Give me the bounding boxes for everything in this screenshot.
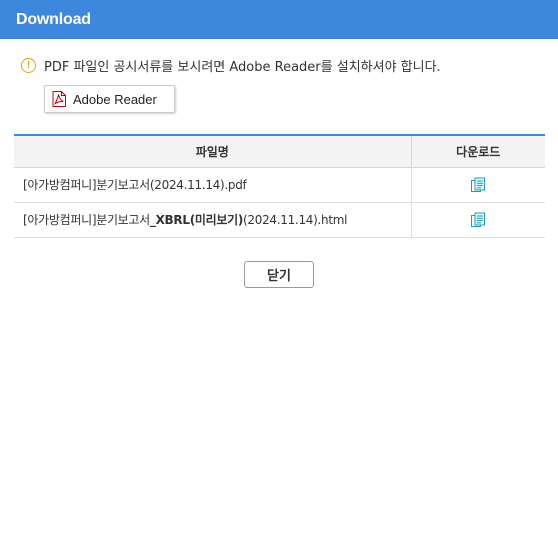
table-row: [아가방컴퍼니]분기보고서(2024.11.14).pdf (14, 167, 545, 203)
download-cell (411, 202, 545, 238)
filename-suffix: (2024.11.14).html (243, 213, 348, 227)
pdf-icon (52, 91, 66, 107)
title-bar: Download (0, 0, 558, 39)
close-button[interactable]: 닫기 (244, 261, 314, 288)
table-header-row: 파일명 다운로드 (14, 134, 545, 168)
adobe-reader-label: Adobe Reader (73, 91, 157, 107)
warning-circle-icon: ! (21, 57, 36, 73)
table-row: [아가방컴퍼니]분기보고서_XBRL(미리보기)(2024.11.14).htm… (14, 202, 545, 238)
filename-cell: [아가방컴퍼니]분기보고서_XBRL(미리보기)(2024.11.14).htm… (14, 202, 412, 238)
notice-text: PDF 파일인 공시서류를 보시려면 Adobe Reader를 설치하셔야 합… (44, 59, 441, 75)
filename-text: [아가방컴퍼니]분기보고서(2024.11.14).pdf (23, 178, 247, 192)
window-title: Download (16, 10, 91, 28)
header-filename: 파일명 (14, 134, 412, 168)
header-download: 다운로드 (411, 134, 545, 168)
close-button-label: 닫기 (267, 269, 291, 284)
download-document-icon[interactable] (470, 177, 486, 193)
filename-cell: [아가방컴퍼니]분기보고서(2024.11.14).pdf (14, 167, 412, 203)
adobe-reader-button[interactable]: Adobe Reader (44, 85, 175, 113)
download-document-icon[interactable] (470, 212, 486, 228)
filename-prefix: [아가방컴퍼니]분기보고서 (23, 213, 150, 227)
notice: ! PDF 파일인 공시서류를 보시려면 Adobe Reader를 설치하셔야… (21, 54, 441, 76)
filename-xbrl: _XBRL(미리보기) (149, 213, 244, 227)
download-cell (411, 167, 545, 203)
file-table: 파일명 다운로드 [아가방컴퍼니]분기보고서(2024.11.14).pdf [… (14, 134, 545, 238)
